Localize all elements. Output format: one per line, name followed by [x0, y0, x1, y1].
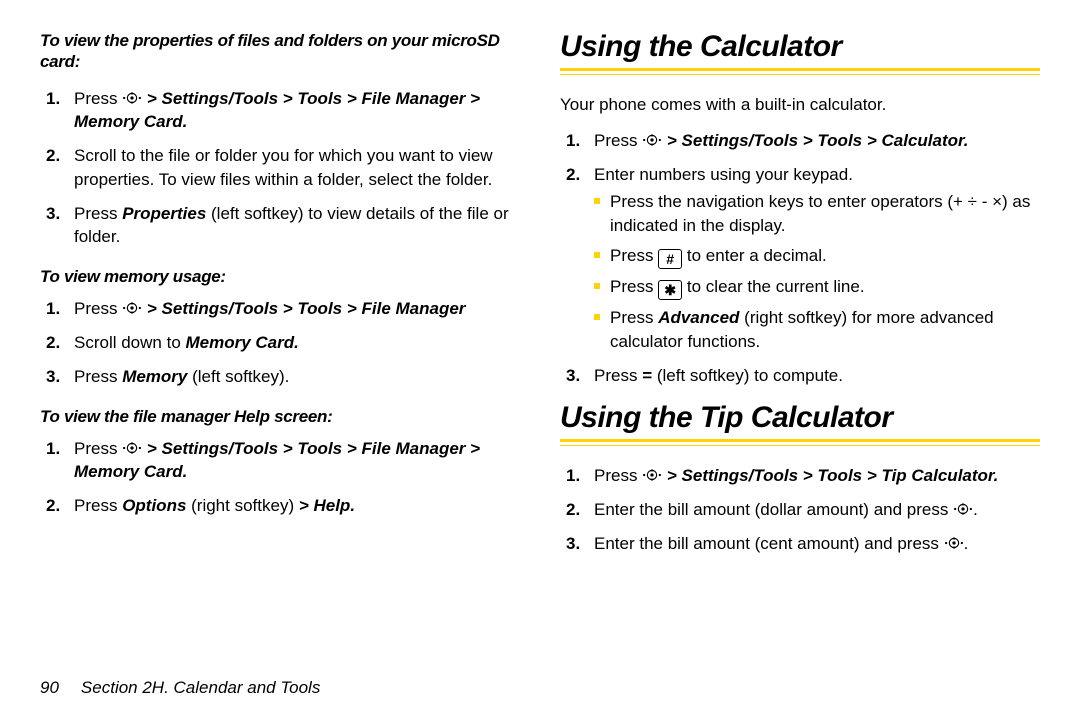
step-text: (left softkey) to compute. — [652, 366, 843, 385]
heading-rule — [560, 439, 1040, 446]
step-text: Press — [74, 367, 122, 386]
heading-tip-calculator: Using the Tip Calculator — [560, 401, 1040, 435]
page-number: 90 — [40, 678, 59, 697]
nav-path: > Help. — [299, 496, 355, 515]
bullet-text: Press the navigation keys to enter opera… — [610, 192, 968, 211]
left-subhead-2: To view memory usage: — [40, 267, 520, 287]
step-text: Press — [74, 89, 122, 108]
list-item: Press > Settings/Tools > Tools > File Ma… — [40, 87, 520, 135]
list-item: Enter the bill amount (dollar amount) an… — [560, 498, 1040, 522]
step-text: . — [973, 500, 978, 519]
list-item: Press Properties (left softkey) to view … — [40, 202, 520, 250]
softkey-name: Properties — [122, 204, 206, 223]
list-item: Press > Settings/Tools > Tools > Tip Cal… — [560, 464, 1040, 488]
bullet-text: to clear the current line. — [682, 277, 864, 296]
nav-path: > Settings/Tools > Tools > File Manager — [142, 299, 465, 318]
list-item: Press Memory (left softkey). — [40, 365, 520, 389]
left-column: To view the properties of files and fold… — [40, 30, 520, 570]
list-item: Press Advanced (right softkey) for more … — [594, 306, 1040, 354]
list-item: Press # to enter a decimal. — [594, 244, 1040, 269]
bullet-text: Press — [610, 308, 658, 327]
step-text: Enter the bill amount (cent amount) and … — [594, 534, 944, 553]
equals-key: = — [642, 366, 652, 385]
step-text: Press — [74, 439, 122, 458]
step-text: Press — [594, 466, 642, 485]
list-item: Enter numbers using your keypad. Press t… — [560, 163, 1040, 354]
left-subhead-3: To view the file manager Help screen: — [40, 407, 520, 427]
nav-key-icon — [642, 467, 662, 483]
step-text: Scroll down to — [74, 333, 186, 352]
section-title: Section 2H. Calendar and Tools — [81, 678, 320, 697]
nav-key-icon — [122, 90, 142, 106]
page-footer: 90 Section 2H. Calendar and Tools — [40, 678, 320, 698]
list-item: Press > Settings/Tools > Tools > File Ma… — [40, 437, 520, 485]
right-intro-1: Your phone comes with a built-in calcula… — [560, 93, 1040, 117]
step-text: (left softkey). — [187, 367, 289, 386]
step-text: Press — [74, 496, 122, 515]
nav-key-icon — [953, 501, 973, 517]
page-content: To view the properties of files and fold… — [0, 0, 1080, 580]
list-item: Press ✱ to clear the current line. — [594, 275, 1040, 300]
softkey-name: Advanced — [658, 308, 739, 327]
nav-path: > Settings/Tools > Tools > Tip Calculato… — [662, 466, 998, 485]
left-steps-1: Press > Settings/Tools > Tools > File Ma… — [40, 87, 520, 250]
hash-key-icon: # — [658, 249, 682, 269]
list-item: Scroll down to Memory Card. — [40, 331, 520, 355]
left-steps-3: Press > Settings/Tools > Tools > File Ma… — [40, 437, 520, 518]
bullet-text: ÷ — [968, 192, 977, 211]
list-item: Enter the bill amount (cent amount) and … — [560, 532, 1040, 556]
nav-key-icon — [122, 300, 142, 316]
step-text: Press — [594, 366, 642, 385]
left-steps-2: Press > Settings/Tools > Tools > File Ma… — [40, 297, 520, 388]
list-item: Press = (left softkey) to compute. — [560, 364, 1040, 388]
right-column: Using the Calculator Your phone comes wi… — [560, 30, 1040, 570]
heading-calculator: Using the Calculator — [560, 30, 1040, 64]
heading-rule — [560, 68, 1040, 75]
list-item: Scroll to the file or folder you for whi… — [40, 144, 520, 192]
nav-key-icon — [642, 132, 662, 148]
step-text: Enter numbers using your keypad. — [594, 165, 853, 184]
list-item: Press the navigation keys to enter opera… — [594, 190, 1040, 238]
step-text: Enter the bill amount (dollar amount) an… — [594, 500, 953, 519]
step-text: . — [964, 534, 969, 553]
list-item: Press > Settings/Tools > Tools > File Ma… — [40, 297, 520, 321]
nav-path: > Settings/Tools > Tools > Calculator. — [662, 131, 968, 150]
star-key-icon: ✱ — [658, 280, 682, 300]
bullet-text: to enter a decimal. — [682, 246, 827, 265]
list-item: Press > Settings/Tools > Tools > Calcula… — [560, 129, 1040, 153]
bullet-text: Press — [610, 277, 658, 296]
step-text: Press — [74, 204, 122, 223]
right-steps-1: Press > Settings/Tools > Tools > Calcula… — [560, 129, 1040, 388]
right-steps-2: Press > Settings/Tools > Tools > Tip Cal… — [560, 464, 1040, 555]
step-text: Press — [594, 131, 642, 150]
left-intro-1: To view the properties of files and fold… — [40, 30, 520, 73]
list-item: Press Options (right softkey) > Help. — [40, 494, 520, 518]
step-text: (right softkey) — [186, 496, 298, 515]
emphasis: Memory Card. — [186, 333, 299, 352]
bullet-text: Press — [610, 246, 658, 265]
softkey-name: Options — [122, 496, 186, 515]
sub-bullets: Press the navigation keys to enter opera… — [594, 190, 1040, 353]
step-text: Press — [74, 299, 122, 318]
nav-key-icon — [944, 535, 964, 551]
softkey-name: Memory — [122, 367, 187, 386]
nav-key-icon — [122, 440, 142, 456]
